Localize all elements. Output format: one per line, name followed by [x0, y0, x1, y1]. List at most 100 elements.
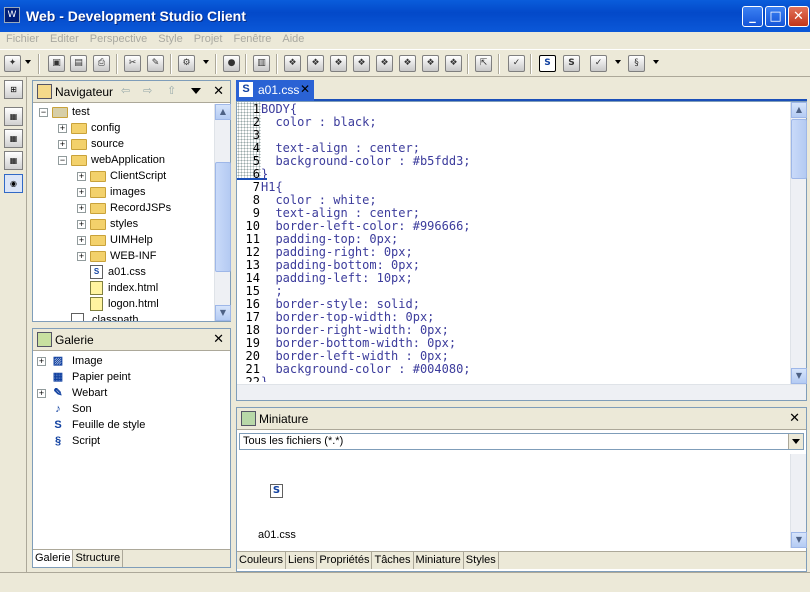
menu-projet[interactable]: Projet [188, 32, 228, 45]
export-icon[interactable]: ⇱ [475, 55, 492, 72]
forward-arrow-icon[interactable]: ⇨ [143, 84, 152, 97]
expand-icon[interactable]: + [37, 356, 46, 366]
editor-tab-close-icon[interactable]: ✕ [300, 82, 310, 96]
code-line[interactable]: 5 background-color : #b5fdd3; [237, 155, 471, 168]
perspective-2-icon[interactable]: ▦ [4, 129, 23, 148]
wizard-8-icon[interactable]: ❖ [445, 55, 462, 72]
code-editor[interactable]: 1BODY{2 color : black; 3 4 text-align : ce… [236, 101, 807, 401]
maximize-button[interactable]: □ [765, 6, 786, 27]
tab-proprietes[interactable]: Propriétés [317, 552, 373, 569]
new-icon[interactable]: ✦ [4, 55, 21, 72]
pin-icon[interactable]: ✓ [508, 55, 525, 72]
style-edit-icon[interactable]: § [628, 55, 645, 72]
chevron-down-icon[interactable] [788, 434, 803, 449]
collapse-icon[interactable]: − [58, 155, 67, 165]
gallery-item[interactable]: § Script [37, 433, 100, 449]
wizard-1-icon[interactable]: ❖ [284, 55, 301, 72]
close-button[interactable]: ✕ [788, 6, 809, 27]
layout-icon[interactable]: ▥ [253, 55, 270, 72]
tree-item[interactable]: logon.html [77, 296, 159, 312]
scroll-down-icon[interactable]: ▼ [791, 532, 807, 548]
scroll-up-icon[interactable]: ▲ [791, 102, 807, 118]
tab-miniature[interactable]: Miniature [414, 552, 464, 569]
expand-icon[interactable]: + [77, 251, 86, 261]
gallery-item[interactable]: ▦ Papier peint [37, 369, 131, 385]
tab-couleurs[interactable]: Couleurs [237, 552, 287, 569]
code-line[interactable]: 21 background-color : #004080; [237, 363, 471, 376]
run-icon[interactable]: ⚙ [178, 55, 195, 72]
globe-icon[interactable]: ● [223, 55, 240, 72]
expand-icon[interactable]: + [77, 235, 86, 245]
save-icon[interactable]: ▣ [48, 55, 65, 72]
collapse-icon[interactable]: − [39, 107, 48, 117]
tree-item[interactable]: Sa01.css [77, 264, 146, 280]
expand-icon[interactable]: + [77, 219, 86, 229]
gallery-item[interactable]: S Feuille de style [37, 417, 145, 433]
miniature-close-icon[interactable]: ✕ [789, 411, 800, 426]
tree-item[interactable]: + images [77, 184, 145, 200]
open-perspective-icon[interactable]: ⊞ [4, 80, 23, 99]
save-all-icon[interactable]: ▤ [70, 55, 87, 72]
tree-item[interactable]: + styles [77, 216, 138, 232]
scroll-down-icon[interactable]: ▼ [791, 368, 807, 384]
tree-item[interactable]: + WEB-INF [77, 248, 156, 264]
tree-item[interactable]: − webApplication [58, 152, 165, 168]
style-check-icon[interactable]: ✓ [590, 55, 607, 72]
stylesheet-s-icon[interactable]: S [539, 55, 556, 72]
title-bar[interactable]: W Web - Development Studio Client _ □ ✕ [0, 0, 810, 32]
wizard-2-icon[interactable]: ❖ [307, 55, 324, 72]
wizard-5-icon[interactable]: ❖ [376, 55, 393, 72]
gallery-item[interactable]: + ▨ Image [37, 353, 103, 369]
back-arrow-icon[interactable]: ⇦ [121, 84, 130, 97]
expand-icon[interactable]: + [58, 139, 67, 149]
tree-item[interactable]: + config [58, 120, 120, 136]
expand-icon[interactable]: + [77, 187, 86, 197]
tab-liens[interactable]: Liens [286, 552, 318, 569]
tab-galerie[interactable]: Galerie [33, 550, 74, 567]
view-menu-icon[interactable] [191, 88, 201, 94]
perspective-web-icon[interactable]: ◉ [4, 174, 23, 193]
wizard-4-icon[interactable]: ❖ [353, 55, 370, 72]
gallery-close-icon[interactable]: ✕ [213, 332, 224, 347]
miniature-scrollbar[interactable]: ▼ [790, 454, 807, 548]
tree-item[interactable]: + UIMHelp [77, 232, 153, 248]
scroll-thumb[interactable] [215, 162, 231, 272]
code-line[interactable]: 22} [237, 376, 269, 383]
scroll-thumb[interactable] [791, 119, 807, 179]
expand-icon[interactable]: + [58, 123, 67, 133]
menu-fenetre[interactable]: Fenêtre [227, 32, 276, 45]
wizard-7-icon[interactable]: ❖ [422, 55, 439, 72]
file-filter-select[interactable]: Tous les fichiers (*.*) [239, 433, 804, 450]
up-arrow-icon[interactable]: ⇧ [167, 84, 176, 97]
tree-item[interactable]: index.html [77, 280, 158, 296]
menu-style[interactable]: Style [152, 32, 187, 45]
tree-item[interactable]: + source [58, 136, 124, 152]
tree-item[interactable]: − test [39, 104, 90, 120]
expand-icon[interactable]: + [77, 171, 86, 181]
tree-item[interactable]: + ClientScript [77, 168, 166, 184]
editor-hscrollbar[interactable] [237, 384, 806, 400]
expand-icon[interactable]: + [77, 203, 86, 213]
perspective-3-icon[interactable]: ▦ [4, 151, 23, 170]
scroll-down-icon[interactable]: ▼ [215, 305, 231, 321]
expand-icon[interactable]: + [37, 388, 46, 398]
editor-scrollbar[interactable]: ▲ ▼ [790, 102, 807, 384]
tab-structure[interactable]: Structure [73, 550, 124, 567]
cut-icon[interactable]: ✂ [124, 55, 141, 72]
chevron-down-icon[interactable] [615, 60, 621, 64]
chevron-down-icon[interactable] [25, 60, 31, 64]
tree-item[interactable]: + RecordJSPs [77, 200, 171, 216]
thumbnail-label[interactable]: a01.css [258, 529, 296, 541]
tab-taches[interactable]: Tâches [372, 552, 414, 569]
navigator-close-icon[interactable]: ✕ [213, 84, 224, 99]
tree-item[interactable]: .classpath [58, 312, 139, 321]
menu-editer[interactable]: Editer [44, 32, 84, 45]
perspective-1-icon[interactable]: ▦ [4, 107, 23, 126]
menu-aide[interactable]: Aide [276, 32, 309, 45]
tab-styles[interactable]: Styles [464, 552, 499, 569]
wizard-3-icon[interactable]: ❖ [330, 55, 347, 72]
scroll-up-icon[interactable]: ▲ [215, 104, 231, 120]
minimize-button[interactable]: _ [742, 6, 763, 27]
chevron-down-icon[interactable] [653, 60, 659, 64]
stylesheet-s2-icon[interactable]: S [563, 55, 580, 72]
